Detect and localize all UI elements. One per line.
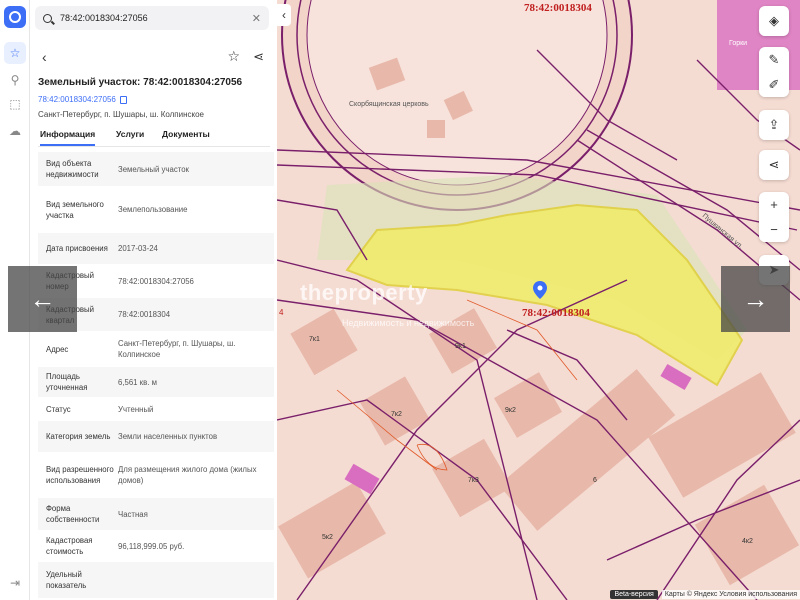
select-area-icon[interactable]: ⬚ — [4, 93, 26, 115]
map-footer: Beta-версия Карты © Яндекс Условия испол… — [610, 589, 800, 600]
share-icon: ⋖ — [768, 157, 780, 172]
cadastral-number-link[interactable]: 78:42:0018304:27056 — [38, 95, 127, 104]
pin-icon[interactable]: ⚲ — [4, 69, 26, 91]
building-label: 9к1 — [455, 343, 466, 350]
quarter-label-center: 78:42:0018304 — [522, 307, 590, 319]
draw-tools[interactable]: ✎ ✐ — [759, 47, 789, 97]
building-label: 5к2 — [322, 534, 333, 541]
favorites-star-icon[interactable]: ☆ — [4, 42, 26, 64]
tab-bar: Информация Услуги Документы — [38, 127, 270, 147]
ruler-icon[interactable]: ✎ — [769, 52, 780, 68]
top-right-label: Горки — [729, 40, 748, 47]
edge-digit-label: 4 — [279, 308, 284, 317]
panel-toolbar: ‹ ☆ ⋖ — [38, 48, 268, 68]
favorite-star-icon[interactable]: ☆ — [227, 48, 240, 65]
share-map-button[interactable]: ⋖ — [759, 150, 789, 180]
building-label: 7к1 — [309, 336, 320, 343]
tab-services[interactable]: Услуги — [116, 129, 144, 139]
search-bar[interactable]: ✕ — [35, 6, 269, 30]
layers-icon: ◈ — [769, 13, 779, 28]
table-row: Площадь уточненная 6,561 кв. м — [38, 367, 274, 397]
table-row: Статус Учтенный — [46, 404, 154, 414]
upload-button[interactable]: ⇪ — [759, 110, 789, 140]
cloud-upload-icon: ⇪ — [768, 117, 780, 132]
clear-search-icon[interactable]: ✕ — [252, 12, 261, 25]
copy-icon[interactable] — [119, 95, 127, 104]
table-row: Вид земельного участка Землепользование — [46, 199, 188, 220]
location-pin-icon[interactable] — [533, 281, 547, 299]
table-row: Вид объекта недвижимости Земельный участо… — [38, 152, 274, 186]
table-row: Удельный показатель — [38, 562, 274, 598]
zoom-out-icon[interactable]: − — [770, 222, 778, 237]
building-label: 7к2 — [391, 411, 402, 418]
app-logo-icon[interactable] — [4, 6, 26, 28]
back-arrow-icon[interactable]: ‹ — [42, 49, 47, 65]
tab-documents[interactable]: Документы — [162, 129, 210, 139]
edit-icon[interactable]: ✐ — [769, 77, 780, 93]
arrow-left-icon: ← — [29, 283, 56, 314]
building-label: 9к2 — [505, 407, 516, 414]
layers-button[interactable]: ◈ — [759, 6, 789, 36]
table-row: Категория земель Земли населенных пунктов — [38, 421, 274, 452]
arrow-right-icon: → — [742, 283, 769, 314]
next-arrow-button[interactable]: → — [721, 266, 790, 332]
table-row: Адрес Санкт-Петербург, п. Шушары, ш. Колп… — [46, 339, 236, 359]
building-label: 7к3 — [468, 477, 479, 484]
cloud-icon[interactable]: ☁ — [4, 120, 26, 142]
zoom-controls[interactable]: + − — [759, 192, 789, 242]
watermark-subtitle: Недвижимость и недвижимость — [342, 318, 475, 328]
share-icon[interactable]: ⋖ — [253, 49, 264, 65]
search-input[interactable] — [60, 13, 252, 23]
zoom-in-icon[interactable]: + — [770, 197, 778, 212]
tab-info[interactable]: Информация — [40, 129, 96, 146]
table-row: Кадастровая стоимость 96,118,999.05 руб. — [46, 536, 185, 556]
quarter-label-top: 78:42:0018304 — [524, 2, 592, 14]
table-row: Дата присвоения 2017-03-24 — [38, 233, 274, 264]
address-subtitle: Санкт-Петербург, п. Шушары, ш. Колпинско… — [38, 110, 205, 119]
building-label: 4к2 — [742, 538, 753, 545]
beta-badge: Beta-версия — [610, 590, 658, 599]
logout-icon[interactable]: ⇥ — [4, 572, 26, 594]
building-label: 6 — [593, 477, 597, 484]
copyright-text[interactable]: Карты © Яндекс Условия использования — [661, 590, 800, 599]
table-row: Вид разрешенного использования Для размещ… — [46, 465, 257, 485]
church-label: Скорбящинская церковь — [349, 101, 429, 108]
previous-arrow-button[interactable]: ← — [8, 266, 77, 332]
table-row: Форма собственности Частная — [38, 498, 274, 530]
search-icon — [43, 13, 52, 23]
page-title: Земельный участок: 78:42:0018304:27056 — [38, 77, 243, 88]
collapse-panel-button[interactable]: ‹ — [277, 4, 291, 26]
watermark-logo: theproperty — [300, 280, 428, 305]
